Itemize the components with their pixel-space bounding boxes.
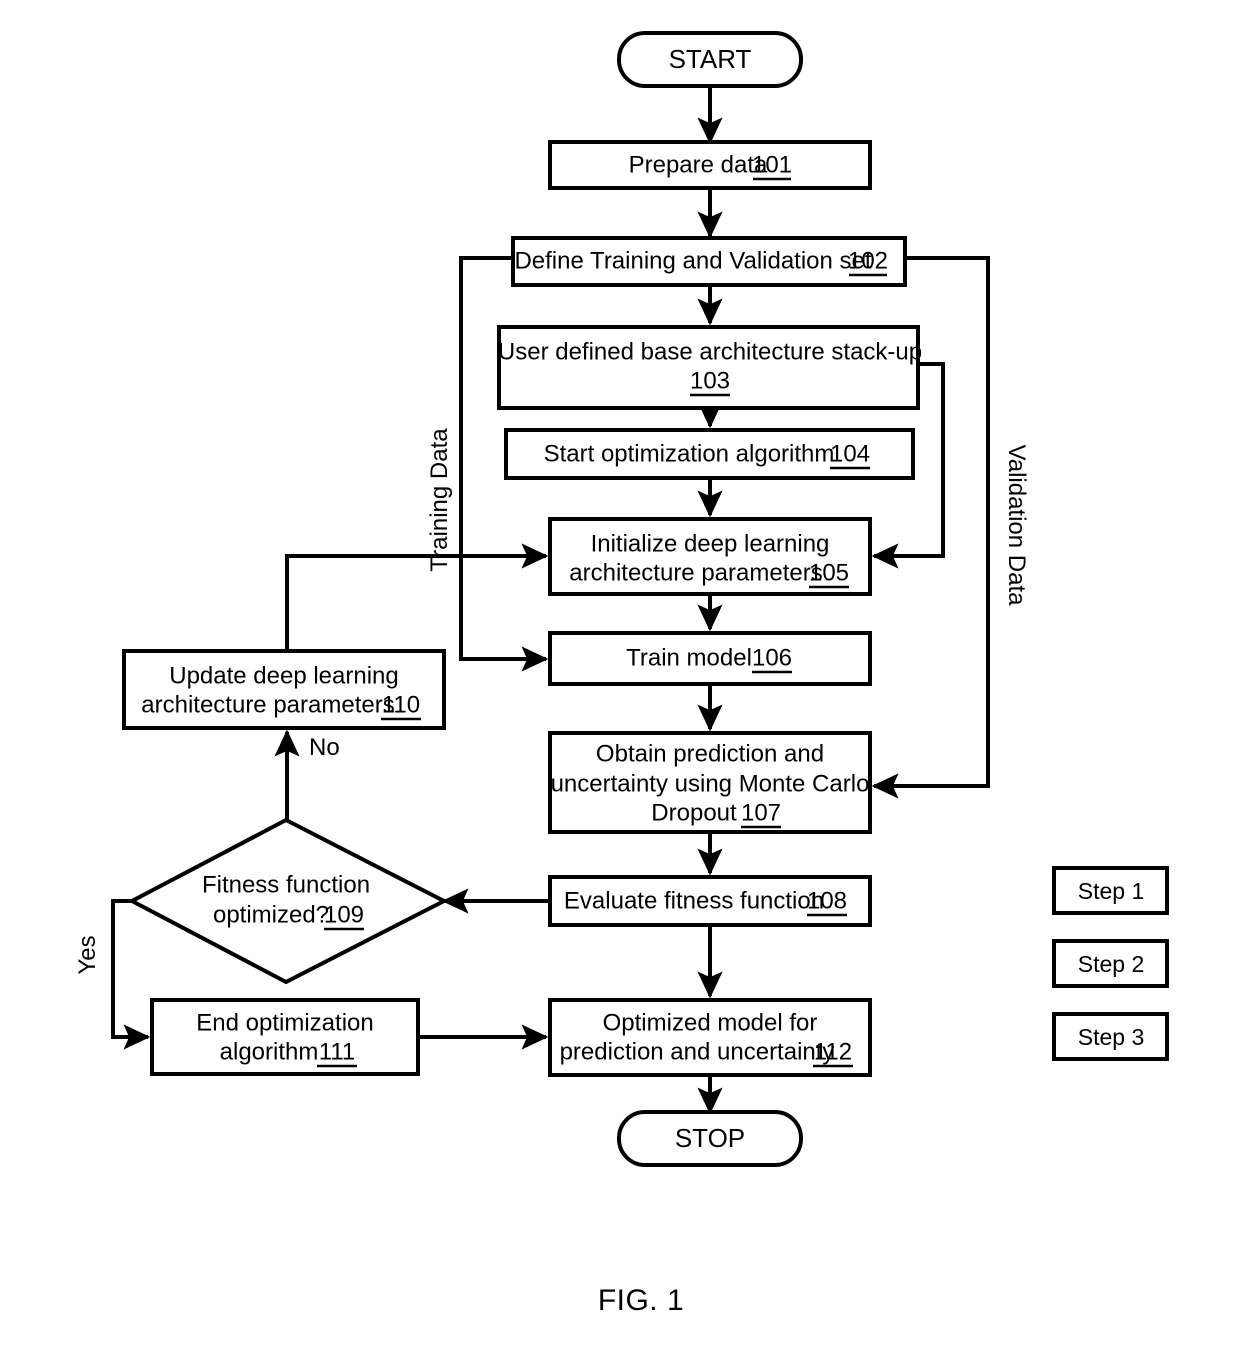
figure-caption: FIG. 1 <box>598 1284 684 1317</box>
node-101: Prepare data 101 <box>548 140 872 190</box>
node-110: Update deep learning architecture parame… <box>122 649 446 730</box>
node-107-ref: 107 <box>741 799 781 826</box>
edge-109-yes-to-111 <box>111 899 151 1050</box>
legend-label-step-3: Step 3 <box>1078 1024 1145 1050</box>
edge-110-to-105 <box>285 543 549 651</box>
figure-1-flowchart: START Prepare data 101 Define Training a… <box>0 0 1240 1356</box>
flowchart-canvas: START Prepare data 101 Define Training a… <box>74 31 1169 1317</box>
node-104-line-0: Start optimization algorithm <box>544 440 835 467</box>
node-105-line-0: Initialize deep learning <box>591 530 830 557</box>
node-108-line-0: Evaluate fitness function <box>564 887 824 914</box>
node-109: Fitness function optimized? 109 <box>127 817 449 985</box>
node-111-ref: 111 <box>319 1038 355 1065</box>
node-108-ref: 108 <box>807 887 847 914</box>
node-107-line-0: Obtain prediction and <box>596 740 824 767</box>
node-102-ref: 102 <box>848 247 888 274</box>
node-103: User defined base architecture stack-up … <box>497 325 922 410</box>
legend: Step 1 Step 2 Step 3 <box>1052 866 1169 1061</box>
node-105-line-1: architecture parameters <box>569 559 822 586</box>
node-101-line-0: Prepare data <box>629 151 768 178</box>
node-start: START <box>617 31 803 88</box>
node-106: Train model 106 <box>548 631 872 686</box>
node-112-line-1: prediction and uncertainty <box>560 1038 835 1065</box>
node-111: End optimization algorithm 111 <box>150 998 420 1076</box>
node-102: Define Training and Validation set 102 <box>511 236 907 287</box>
node-111-line-0: End optimization <box>196 1009 373 1036</box>
node-104-ref: 104 <box>830 440 870 467</box>
label-training-data: Training Data <box>426 428 453 572</box>
node-105: Initialize deep learning architecture pa… <box>548 517 872 596</box>
node-105-ref: 105 <box>809 559 849 586</box>
legend-label-step-2: Step 2 <box>1078 951 1145 977</box>
start-label: START <box>669 44 752 74</box>
node-109-ref: 109 <box>324 901 364 928</box>
legend-label-step-1: Step 1 <box>1078 878 1145 904</box>
stop-label: STOP <box>675 1123 745 1153</box>
node-106-ref: 106 <box>752 644 792 671</box>
node-107: Obtain prediction and uncertainty using … <box>548 731 872 834</box>
node-107-line-2: Dropout <box>651 799 737 826</box>
node-108: Evaluate fitness function 108 <box>548 875 872 927</box>
node-106-line-0: Train model <box>626 644 752 671</box>
node-112-line-0: Optimized model for <box>603 1009 818 1036</box>
node-110-line-1: architecture parameters <box>141 691 394 718</box>
node-101-ref: 101 <box>752 151 792 178</box>
node-110-ref: 110 <box>382 691 420 718</box>
node-107-line-1: uncertainty using Monte Carlo <box>551 770 870 797</box>
node-111-line-1: algorithm <box>220 1038 319 1065</box>
node-103-line-0: User defined base architecture stack-up <box>498 338 922 365</box>
node-stop: STOP <box>617 1110 803 1167</box>
node-112: Optimized model for prediction and uncer… <box>548 998 872 1077</box>
node-112-ref: 112 <box>814 1038 852 1065</box>
label-yes: Yes <box>74 935 101 974</box>
label-validation-data: Validation Data <box>1003 445 1030 607</box>
node-109-line-1: optimized? <box>213 901 329 928</box>
node-102-line-0: Define Training and Validation set <box>514 247 871 274</box>
legend-item-step-3: Step 3 <box>1052 1012 1169 1061</box>
legend-item-step-1: Step 1 <box>1052 866 1169 915</box>
node-104: Start optimization algorithm 104 <box>504 428 915 480</box>
node-110-line-0: Update deep learning <box>169 662 399 689</box>
label-no: No <box>309 734 340 761</box>
node-109-line-0: Fitness function <box>202 871 370 898</box>
legend-item-step-2: Step 2 <box>1052 939 1169 988</box>
node-103-ref: 103 <box>690 367 730 394</box>
